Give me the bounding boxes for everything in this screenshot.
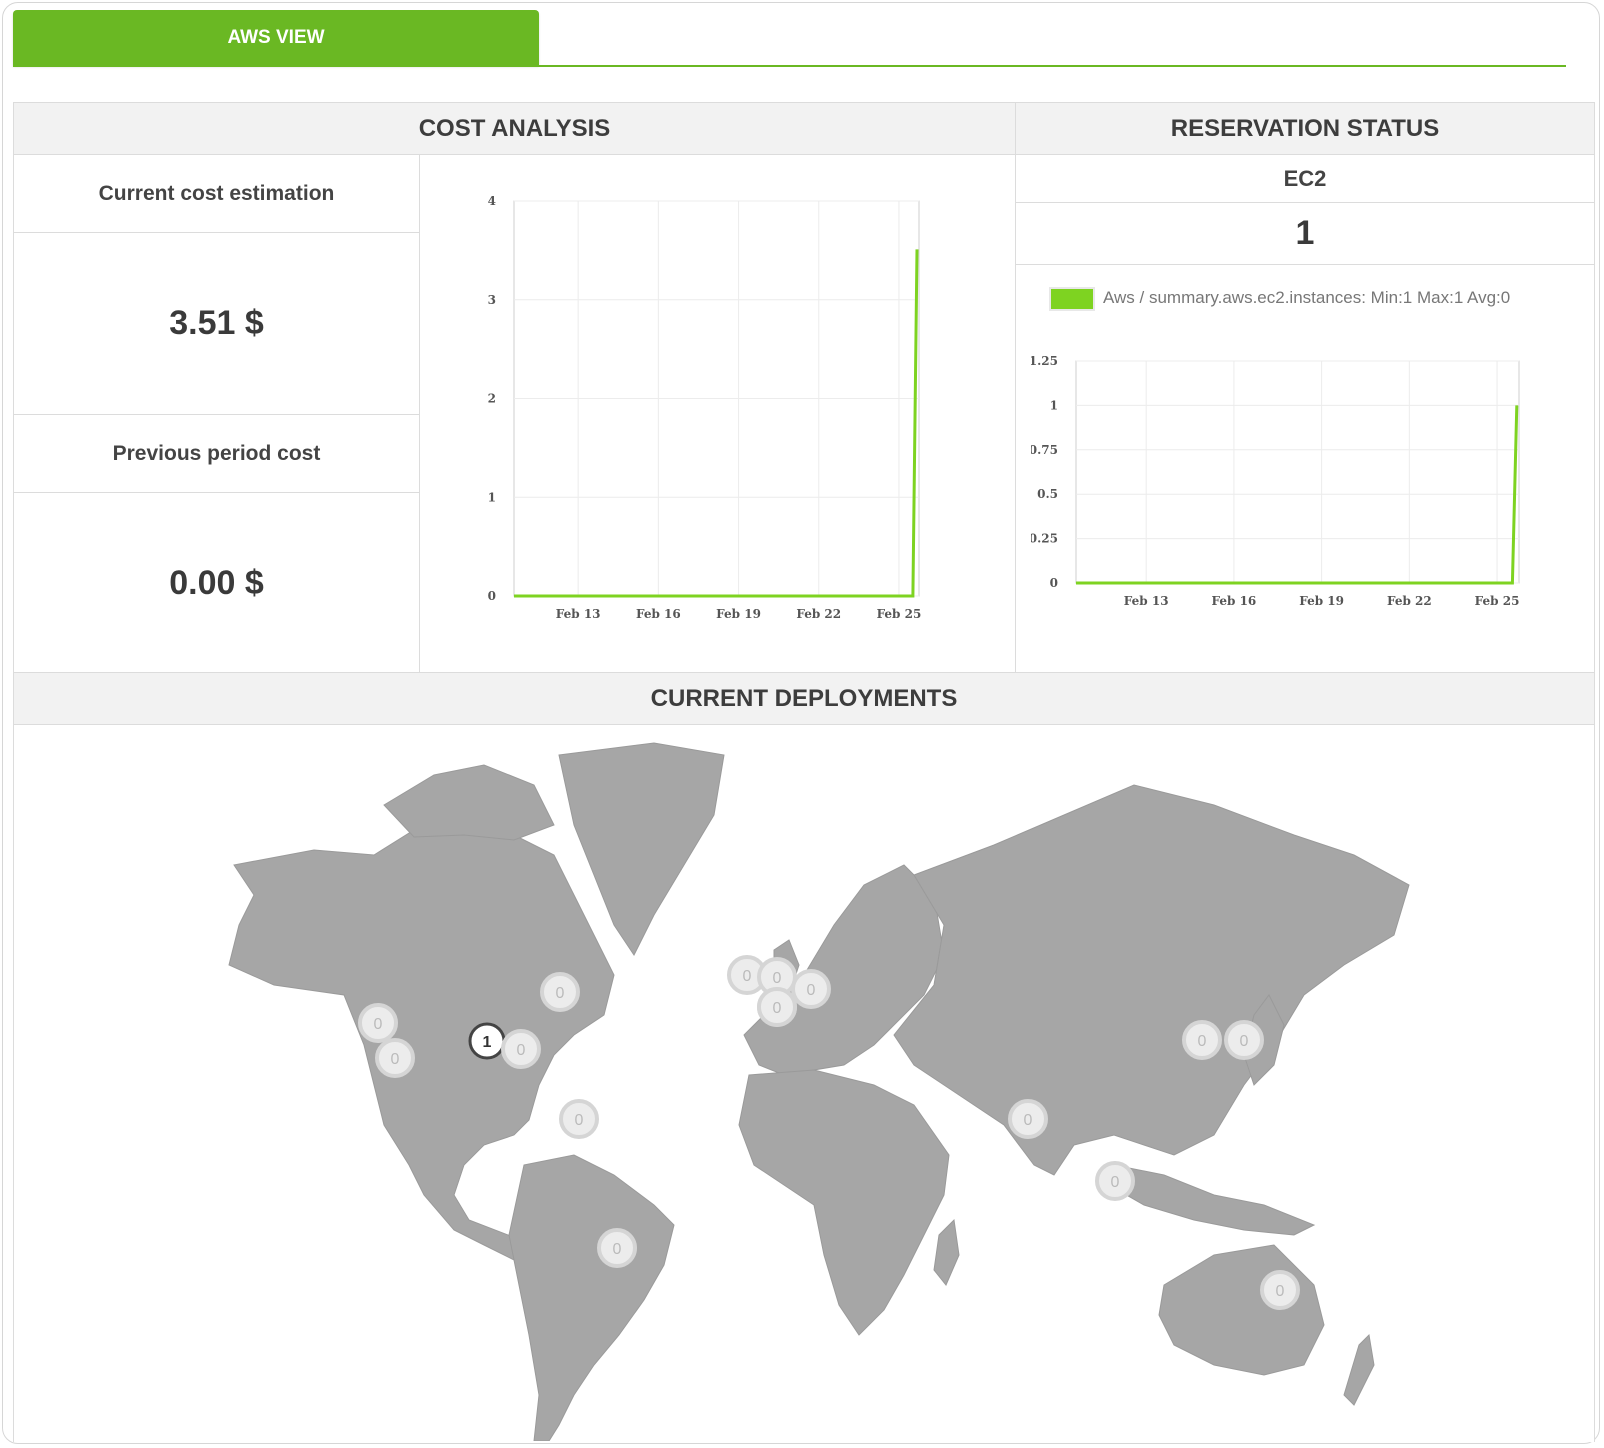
deployment-marker[interactable]: 0 [540,972,580,1012]
marker-count: 0 [773,1000,782,1017]
marker-count: 0 [743,968,752,985]
reservation-chart: 0 0.25 0.5 0.75 1 1.25 Feb 13 Feb 16 Feb 19 Feb 2… [1031,354,1520,608]
current-cost-value: 3.51 $ [169,304,264,342]
y-tick-label: 0.75 [1031,443,1058,457]
marker-count: 0 [391,1051,400,1068]
land-australia [1158,1244,1325,1376]
current-deployments-title: CURRENT DEPLOYMENTS [14,673,1594,725]
deployment-marker[interactable]: 0 [1224,1020,1264,1060]
x-tick-label: Feb 13 [1124,594,1169,608]
x-tick-label: Feb 16 [1212,594,1257,608]
current-cost-label: Current cost estimation [98,181,335,205]
marker-count: 0 [1198,1033,1207,1050]
deployment-marker[interactable]: 0 [1182,1020,1222,1060]
current-cost-label-cell: Current cost estimation [14,155,419,233]
marker-count: 0 [517,1042,526,1059]
x-tick-label: Feb 19 [1299,594,1344,608]
marker-count: 0 [807,982,816,999]
tab-underline [13,65,1566,67]
x-tick-label: Feb 22 [1387,594,1432,608]
y-tick-label: 0.25 [1031,532,1058,546]
cost-chart: 0 1 2 3 4 Feb 13 Feb 16 Feb 19 Feb 22 Feb 25 [488,194,922,621]
x-tick-label: Feb 25 [1475,594,1520,608]
ec2-label: EC2 [1283,165,1327,191]
marker-count: 0 [575,1112,584,1129]
land-masses [228,742,1410,1441]
cost-analysis-title: COST ANALYSIS [14,103,1015,155]
deployment-marker[interactable]: 0 [757,987,797,1027]
deployment-marker[interactable]: 1 [468,1022,506,1060]
deployment-marker[interactable]: 0 [1260,1270,1300,1310]
deployment-marker[interactable]: 0 [501,1029,541,1069]
land-africa [738,1069,950,1336]
marker-count: 1 [483,1034,492,1051]
ec2-label-cell: EC2 [1016,155,1594,203]
land-arctic-islands [383,764,555,841]
marker-count: 0 [1240,1033,1249,1050]
deployment-marker[interactable]: 0 [597,1228,637,1268]
y-tick-label: 0 [1050,576,1058,590]
marker-count: 0 [1111,1174,1120,1191]
y-tick-label: 4 [488,194,496,208]
marker-count: 0 [556,985,565,1002]
x-tick-label: Feb 22 [796,607,841,621]
current-deployments-panel: CURRENT DEPLOYMENTS 0 0 1 0 0 0 0 0 0 0 … [13,672,1595,1442]
land-madagascar [933,1218,960,1286]
cost-divider [419,155,420,673]
deployment-marker[interactable]: 0 [1095,1161,1135,1201]
y-tick-label: 3 [488,293,496,307]
reservation-status-panel: RESERVATION STATUS EC2 1 Aws / summary.a… [1015,102,1595,674]
land-indonesia [1108,1164,1316,1236]
previous-cost-label: Previous period cost [112,441,321,465]
marker-count: 0 [613,1241,622,1258]
marker-count: 0 [374,1016,383,1033]
y-tick-label: 1 [1050,398,1058,412]
x-tick-label: Feb 25 [877,607,922,621]
x-tick-label: Feb 13 [556,607,601,621]
marker-count: 0 [1024,1112,1033,1129]
land-south-america [508,1154,675,1441]
land-new-zealand [1343,1333,1375,1406]
previous-cost-value-cell: 0.00 $ [14,493,419,673]
x-tick-label: Feb 16 [636,607,681,621]
current-cost-value-cell: 3.51 $ [14,233,419,415]
land-asia [893,784,1410,1176]
plot-area [1075,360,1520,584]
marker-count: 0 [1276,1283,1285,1300]
chart-legend: Aws / summary.aws.ec2.instances: Min:1 M… [1049,287,1569,311]
previous-cost-value: 0.00 $ [169,563,264,602]
previous-cost-label-cell: Previous period cost [14,415,419,493]
deployment-marker[interactable]: 0 [1008,1099,1048,1139]
y-tick-label: 0 [488,589,496,603]
legend-swatch [1049,287,1095,311]
y-tick-label: 1.25 [1031,354,1058,368]
marker-count: 0 [773,970,782,987]
x-tick-label: Feb 19 [716,607,761,621]
reservation-status-title: RESERVATION STATUS [1016,103,1594,155]
y-tick-label: 2 [488,392,496,406]
legend-label: Aws / summary.aws.ec2.instances: Min:1 M… [1103,288,1511,307]
deployment-marker[interactable]: 0 [559,1099,599,1139]
tab-bar: AWS VIEW [13,10,1566,68]
ec2-count-cell: 1 [1016,203,1594,265]
deployment-marker[interactable]: 0 [358,1003,398,1043]
deployment-marker[interactable]: 0 [375,1038,415,1078]
y-tick-label: 0.5 [1037,487,1058,501]
cost-analysis-panel: COST ANALYSIS Current cost estimation 3.… [13,102,1016,674]
tab-aws-view[interactable]: AWS VIEW [13,10,539,65]
y-tick-label: 1 [488,490,496,504]
ec2-count: 1 [1295,214,1315,252]
world-map[interactable]: 00100000000000000 [14,725,1594,1441]
deployment-marker[interactable]: 0 [791,969,831,1009]
